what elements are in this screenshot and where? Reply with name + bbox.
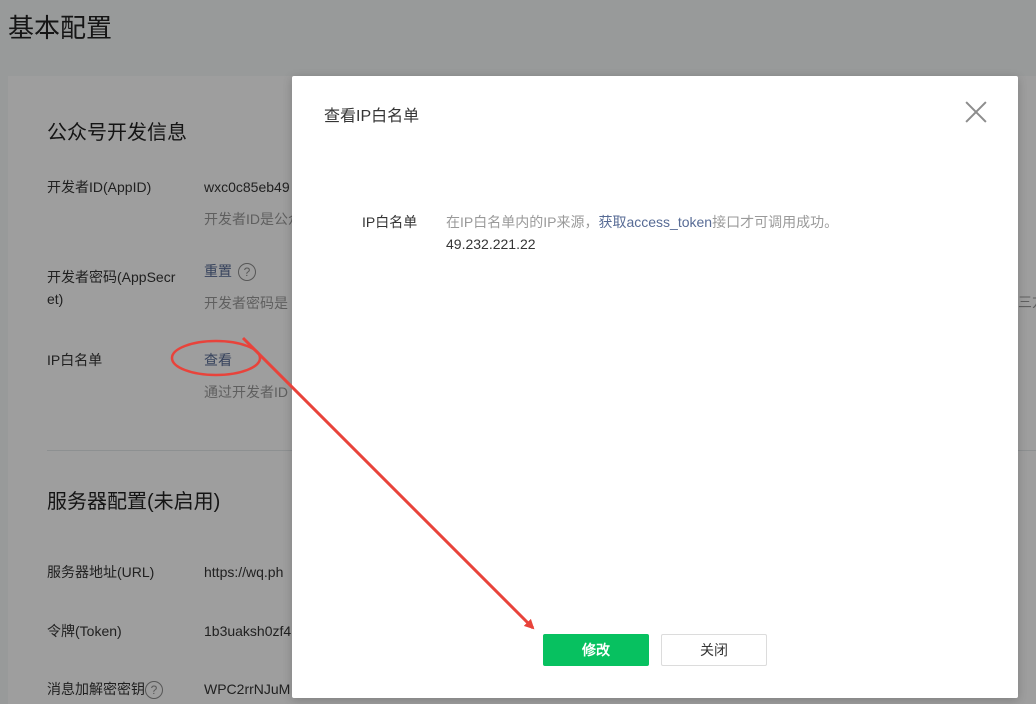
dialog-description: 在IP白名单内的IP来源，获取access_token接口才可调用成功。 (446, 212, 838, 232)
ip-whitelist-dialog: 查看IP白名单 IP白名单 在IP白名单内的IP来源，获取access_toke… (292, 76, 1018, 698)
modify-button[interactable]: 修改 (543, 634, 649, 666)
dialog-field-label: IP白名单 (362, 214, 418, 230)
close-icon[interactable] (964, 100, 988, 124)
description-suffix: 接口才可调用成功。 (712, 214, 839, 230)
ip-whitelist-value: 49.232.221.22 (446, 236, 536, 252)
close-button[interactable]: 关闭 (661, 634, 767, 666)
dialog-title: 查看IP白名单 (324, 108, 420, 125)
access-token-link[interactable]: 获取access_token (598, 214, 712, 230)
description-text: 在IP白名单内的IP来源， (446, 214, 599, 230)
